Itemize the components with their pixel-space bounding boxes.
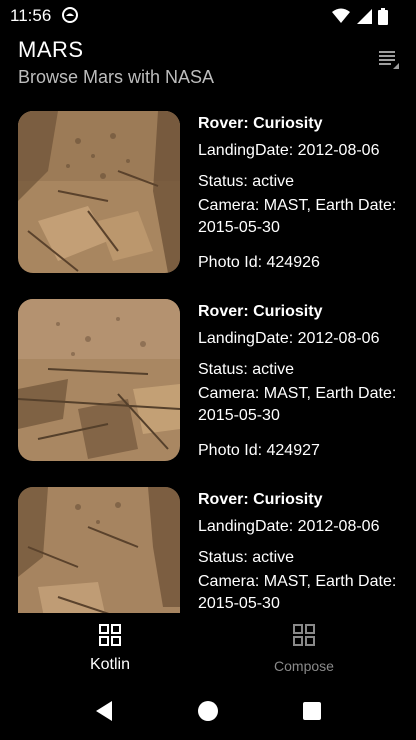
- bottom-navigation: Kotlin Compose: [0, 613, 416, 685]
- nav-item-compose[interactable]: Compose: [200, 613, 408, 685]
- photo-card[interactable]: Rover: Curiosity LandingDate: 2012-08-06…: [0, 292, 416, 480]
- app-title: MARS: [18, 37, 84, 62]
- nav-item-kotlin[interactable]: Kotlin: [6, 613, 214, 685]
- battery-icon: [378, 7, 388, 25]
- grid-icon: [99, 624, 121, 646]
- sync-circle-icon: [62, 7, 78, 23]
- landing-date: LandingDate: 2012-08-06: [198, 142, 380, 159]
- photo-id: Photo Id: 424927: [198, 442, 320, 459]
- status-bar: 11:56: [0, 0, 416, 32]
- rover-name: Rover: Curiosity: [198, 115, 323, 132]
- camera-earth-date: Camera: MAST, Earth Date: 2015-05-30: [198, 197, 397, 236]
- rover-name: Rover: Curiosity: [198, 491, 323, 508]
- signal-icon: [357, 9, 372, 24]
- photo-list[interactable]: Rover: Curiosity LandingDate: 2012-08-06…: [0, 104, 416, 613]
- landing-date: LandingDate: 2012-08-06: [198, 518, 380, 535]
- recents-icon[interactable]: [300, 699, 324, 723]
- photo-id: Photo Id: 424926: [198, 254, 320, 271]
- rover-name: Rover: Curiosity: [198, 303, 323, 320]
- back-icon[interactable]: [92, 699, 116, 723]
- filter-list-icon[interactable]: [378, 48, 400, 70]
- nav-label-kotlin: Kotlin: [89, 656, 131, 673]
- rover-status: Status: active: [198, 549, 295, 566]
- system-navigation-bar: [0, 685, 416, 740]
- wifi-icon: [332, 8, 350, 23]
- rover-status: Status: active: [198, 361, 295, 378]
- app-subtitle: Browse Mars with NASA: [18, 67, 215, 87]
- status-time: 11:56: [10, 6, 52, 25]
- mars-photo-thumbnail[interactable]: [18, 299, 180, 461]
- nav-label-compose: Compose: [274, 658, 334, 674]
- rover-status: Status: active: [198, 173, 295, 190]
- mars-photo-thumbnail[interactable]: [18, 111, 180, 273]
- landing-date: LandingDate: 2012-08-06: [198, 330, 380, 347]
- photo-card[interactable]: Rover: Curiosity LandingDate: 2012-08-06…: [0, 480, 416, 613]
- camera-earth-date: Camera: MAST, Earth Date: 2015-05-30: [198, 385, 397, 424]
- photo-card[interactable]: Rover: Curiosity LandingDate: 2012-08-06…: [0, 104, 416, 292]
- grid-icon: [293, 624, 315, 646]
- home-icon[interactable]: [196, 699, 220, 723]
- mars-photo-thumbnail[interactable]: [18, 487, 180, 613]
- camera-earth-date: Camera: MAST, Earth Date: 2015-05-30: [198, 573, 397, 612]
